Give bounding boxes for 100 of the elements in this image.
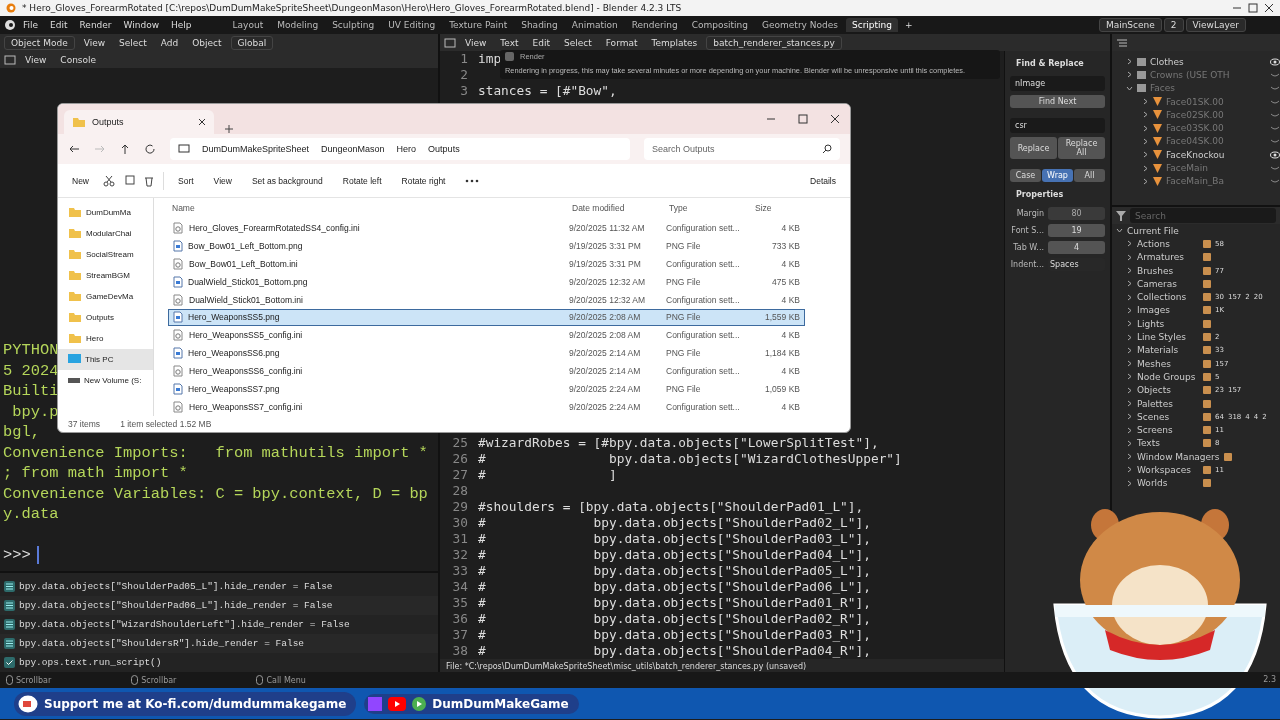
menu-item[interactable]: Render (74, 18, 117, 32)
tree-item[interactable]: FaceKnockou (1166, 149, 1266, 160)
file-row[interactable]: Hero_WeaponsSS7_config.ini 9/20/2025 2:24 AM Configuration sett... 4 KB (168, 398, 805, 416)
column-header[interactable]: Name (168, 203, 568, 214)
option-toggle[interactable]: Wrap (1042, 169, 1073, 182)
explorer-tab[interactable]: Outputs (64, 110, 214, 134)
data-category[interactable]: Texts (1137, 438, 1199, 449)
data-category[interactable]: Materials (1137, 345, 1199, 356)
data-category[interactable]: Actions (1137, 238, 1199, 249)
address-bar[interactable]: DumDumMakeSpriteSheet DungeonMason Hero Outputs (170, 138, 630, 160)
workspace-tab[interactable]: Compositing (685, 18, 755, 32)
mode-dropdown[interactable]: Object Mode (4, 35, 75, 50)
data-category[interactable]: Worlds (1137, 478, 1199, 489)
find-field[interactable]: nImage (1010, 76, 1105, 91)
menu-item[interactable]: Window (118, 18, 165, 32)
menu-item[interactable]: Format (600, 35, 643, 50)
data-category[interactable]: Line Styles (1137, 332, 1199, 342)
workspace-tab[interactable]: Texture Paint (443, 18, 514, 32)
menu-item[interactable]: Text (495, 35, 524, 50)
nav-item[interactable]: Outputs (58, 307, 153, 328)
data-category[interactable]: Collections (1137, 292, 1199, 303)
data-category[interactable]: Cameras (1137, 278, 1199, 289)
data-category[interactable]: Objects (1137, 385, 1199, 396)
file-row[interactable]: Hero_WeaponsSS6.png 9/20/2025 2:14 AM PNG File 1,184 KB (168, 344, 805, 363)
nav-item[interactable]: This PC (58, 349, 153, 370)
file-row[interactable]: Bow_Bow01_Left_Bottom.ini 9/19/2025 3:31 PM Configuration sett... 4 KB (168, 254, 805, 273)
menu-item[interactable]: Edit (527, 35, 555, 50)
text-file-selector[interactable]: batch_renderer_stances.py (706, 35, 842, 50)
file-row[interactable]: Hero_WeaponsSS5_config.ini 9/20/2025 2:08 AM Configuration sett... 4 KB (168, 326, 805, 345)
menu-item[interactable]: Edit (45, 18, 73, 32)
file-row[interactable]: Hero_Gloves_ForearmRotatedSS4_config.ini 9/20/2025 11:32 AM Configuration sett... 4 KB (168, 219, 805, 237)
file-row[interactable]: Bow_Bow01_Left_Bottom.png 9/19/2025 3:31 PM PNG File 733 KB (168, 236, 805, 255)
menu-item[interactable]: File (18, 18, 44, 32)
workspace-tab[interactable]: Scripting (845, 18, 898, 32)
workspace-tab[interactable]: Sculpting (326, 18, 381, 32)
data-category[interactable]: Images (1137, 305, 1199, 316)
file-row[interactable]: Hero_WeaponsSS5.png 9/20/2025 2:08 AM PNG File 1,559 KB (168, 308, 805, 327)
workspace-tab[interactable]: UV Editing (382, 18, 442, 32)
file-row[interactable]: Hero_WeaponsSS6_config.ini 9/20/2025 2:14 AM Configuration sett... 4 KB (168, 362, 805, 381)
nav-item[interactable]: DumDumMa (58, 202, 153, 223)
details-button[interactable]: Details (804, 171, 842, 190)
option-toggle[interactable]: All (1074, 169, 1105, 182)
data-category[interactable]: Workspaces (1137, 465, 1199, 475)
nav-item[interactable]: SocialStream (58, 244, 153, 265)
column-header[interactable]: Date modified (568, 203, 665, 214)
workspace-tab[interactable]: Rendering (625, 18, 684, 32)
workspace-tab[interactable]: Modeling (271, 18, 325, 32)
replace-all-button[interactable]: Replace All (1058, 137, 1105, 159)
data-category[interactable]: Lights (1137, 318, 1199, 329)
nav-item[interactable]: Hero (58, 328, 153, 349)
nav-item[interactable]: New Volume (S: (58, 370, 153, 391)
file-row[interactable]: Hero_WeaponsSS7.png 9/20/2025 2:24 AM PNG File 1,059 KB (168, 380, 805, 399)
toolbar-button[interactable]: Rotate left (336, 171, 388, 190)
menu-item[interactable]: View (460, 35, 492, 50)
menu-item[interactable]: View (20, 52, 52, 67)
sliders-icon (4, 619, 15, 630)
workspace-tab[interactable]: Shading (515, 18, 564, 32)
data-category[interactable]: Screens (1137, 425, 1199, 436)
menu-item[interactable]: View (78, 35, 111, 50)
workspace-tab[interactable]: Animation (565, 18, 624, 32)
toolbar-button[interactable]: Rotate right (395, 171, 452, 190)
property-field[interactable]: 4 (1048, 241, 1105, 254)
workspace-tab[interactable]: Layout (226, 18, 270, 32)
menu-item[interactable]: Console (55, 52, 102, 67)
menu-item[interactable]: Select (114, 35, 152, 50)
data-category[interactable]: Window Managers (1137, 451, 1220, 462)
menu-item[interactable]: Object (187, 35, 227, 50)
menu-item[interactable]: Add (155, 35, 184, 50)
date-cell-text: 9/20/2025 2:14 AM (569, 366, 642, 377)
file-row[interactable]: DualWield_Stick01_Bottom.ini 9/20/2025 12:32 AM Configuration sett... 4 KB (168, 290, 805, 309)
option-toggle[interactable]: Case (1010, 169, 1041, 182)
menu-item[interactable]: Help (166, 18, 197, 32)
replace-field[interactable]: csr (1010, 118, 1105, 133)
column-header[interactable]: Size (751, 203, 803, 214)
toolbar-button[interactable]: New (66, 171, 95, 190)
nav-item[interactable]: GameDevMa (58, 286, 153, 307)
collection-item[interactable]: Clothes (1150, 56, 1266, 67)
data-category[interactable]: Armatures (1137, 252, 1199, 263)
nav-item[interactable]: ModularChai (58, 223, 153, 244)
data-category[interactable]: Meshes (1137, 358, 1199, 369)
menu-item[interactable]: Select (559, 35, 597, 50)
file-row[interactable]: DualWield_Stick01_Bottom.png 9/20/2025 12:32 AM PNG File 475 KB (168, 272, 805, 291)
nav-item[interactable]: StreamBGM (58, 265, 153, 286)
data-category[interactable]: Brushes (1137, 265, 1199, 276)
replace-button[interactable]: Replace (1010, 137, 1057, 159)
property-field[interactable]: 19 (1048, 224, 1105, 237)
toolbar-button[interactable]: Sort (172, 171, 200, 190)
data-category[interactable]: Node Groups (1137, 371, 1199, 382)
workspace-tab[interactable]: Geometry Nodes (756, 18, 844, 32)
find-next-button[interactable]: Find Next (1010, 95, 1105, 108)
toolbar-button[interactable]: View (207, 171, 238, 190)
view-layer-selector[interactable]: ViewLayer (1185, 18, 1246, 32)
data-category[interactable]: Palettes (1137, 398, 1199, 409)
data-category[interactable]: Scenes (1137, 411, 1199, 422)
toolbar-button[interactable]: Set as background (245, 171, 329, 190)
orientation-dropdown[interactable]: Global (230, 35, 274, 50)
search-field[interactable]: Search Outputs (644, 138, 840, 160)
scene-selector[interactable]: MainScene (1098, 18, 1162, 32)
column-header[interactable]: Type (665, 203, 751, 214)
menu-item[interactable]: Templates (646, 35, 703, 50)
